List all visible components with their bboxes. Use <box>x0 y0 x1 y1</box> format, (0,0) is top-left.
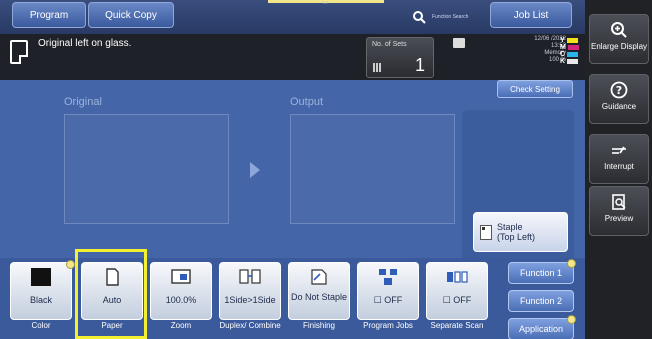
black-color-icon <box>31 268 51 286</box>
status-message: Original left on glass. <box>38 38 132 49</box>
toner-k: K <box>560 58 582 65</box>
function-2-tab[interactable]: Function 2 <box>508 290 574 312</box>
staple-position-label: (Top Left) <box>497 232 536 242</box>
duplex-value: 1Side>1Side <box>224 295 276 305</box>
toner-levels: Y M C K <box>560 37 582 65</box>
finishing-value: Do Not Staple <box>290 292 348 302</box>
enlarge-display-button[interactable]: Enlarge Display <box>589 14 649 64</box>
staple-button[interactable]: Staple (Top Left) <box>473 212 568 252</box>
original-preview-box <box>64 114 229 224</box>
separate-scan-value: ☐ OFF <box>442 295 472 305</box>
sets-value: 1 <box>414 55 425 75</box>
output-label: Output <box>290 96 324 108</box>
interrupt-button[interactable]: Interrupt <box>589 134 649 184</box>
original-label: Original <box>64 96 102 108</box>
color-indicator-dot <box>66 260 75 269</box>
job-list-button[interactable]: Job List <box>490 2 572 28</box>
number-of-sets[interactable]: No. of Sets 1 <box>366 37 434 78</box>
duplex-label: Duplex/ Combine <box>219 321 281 330</box>
separate-scan-button[interactable]: ☐ OFF <box>426 262 488 320</box>
staple-label: Staple <box>497 222 523 232</box>
arrow-right-icon <box>250 162 260 178</box>
toner-bar-cyan <box>567 52 579 57</box>
zoom-icon <box>171 269 191 284</box>
separate-scan-label: Separate Scan <box>430 321 484 330</box>
duplex-button[interactable]: 1Side>1Side <box>219 262 281 320</box>
enlarge-display-label: Enlarge Display <box>590 42 648 51</box>
finishing-icon <box>311 269 327 285</box>
zoom-in-icon <box>611 22 627 38</box>
color-label: Color <box>31 321 51 330</box>
output-preview-box <box>290 114 455 224</box>
program-jobs-button[interactable]: ☐ OFF <box>357 262 419 320</box>
toner-bar-magenta <box>567 45 579 50</box>
separate-scan-icon <box>447 271 468 283</box>
guidance-label: Guidance <box>601 102 637 111</box>
original-on-glass-icon <box>10 40 28 64</box>
toner-bar-yellow <box>566 38 578 43</box>
program-button[interactable]: Program <box>12 2 86 28</box>
program-jobs-icon <box>379 269 397 285</box>
interrupt-icon <box>612 146 626 154</box>
function-1-tab[interactable]: Function 1 <box>508 262 574 284</box>
finishing-button[interactable]: Do Not Staple <box>288 262 350 320</box>
zoom-value: 100.0% <box>165 295 197 305</box>
preview-label: Preview <box>604 214 634 223</box>
color-button[interactable]: Black <box>10 262 72 320</box>
guidance-button[interactable]: ? Guidance <box>589 74 649 124</box>
search-icon <box>413 11 426 24</box>
svg-text:?: ? <box>616 84 622 97</box>
toner-bar-black <box>567 59 579 64</box>
sets-label: No. of Sets <box>372 41 407 48</box>
application-indicator-dot <box>567 315 576 324</box>
program-jobs-value: ☐ OFF <box>373 295 403 305</box>
keypad-icon <box>373 63 382 72</box>
duplex-icon <box>239 269 261 284</box>
function-1-indicator-dot <box>567 259 576 268</box>
scroll-hint: «» <box>321 0 329 6</box>
zoom-label: Zoom <box>170 321 192 330</box>
program-jobs-label: Program Jobs <box>363 321 413 330</box>
toner-y: Y <box>560 37 582 44</box>
toner-c: C <box>560 51 582 58</box>
side-panel: Enlarge Display ? Guidance Interrupt Pre… <box>585 0 652 339</box>
function-search-label: Function Search <box>432 14 469 20</box>
zoom-button[interactable]: 100.0% <box>150 262 212 320</box>
toner-m: M <box>560 44 582 51</box>
quick-copy-button[interactable]: Quick Copy <box>88 2 174 28</box>
preview-button[interactable]: Preview <box>589 186 649 236</box>
function-search-button[interactable]: Function Search <box>412 6 482 28</box>
help-icon: ? <box>610 81 628 99</box>
selected-highlight <box>75 249 147 339</box>
check-setting-button[interactable]: Check Setting <box>497 80 573 98</box>
preview-icon <box>612 194 626 210</box>
info-icon[interactable] <box>453 38 465 48</box>
color-value: Black <box>29 295 52 305</box>
finishing-label: Finishing <box>302 321 335 330</box>
application-tab[interactable]: Application <box>508 318 574 339</box>
interrupt-label: Interrupt <box>604 162 634 171</box>
staple-top-left-icon <box>480 224 492 240</box>
